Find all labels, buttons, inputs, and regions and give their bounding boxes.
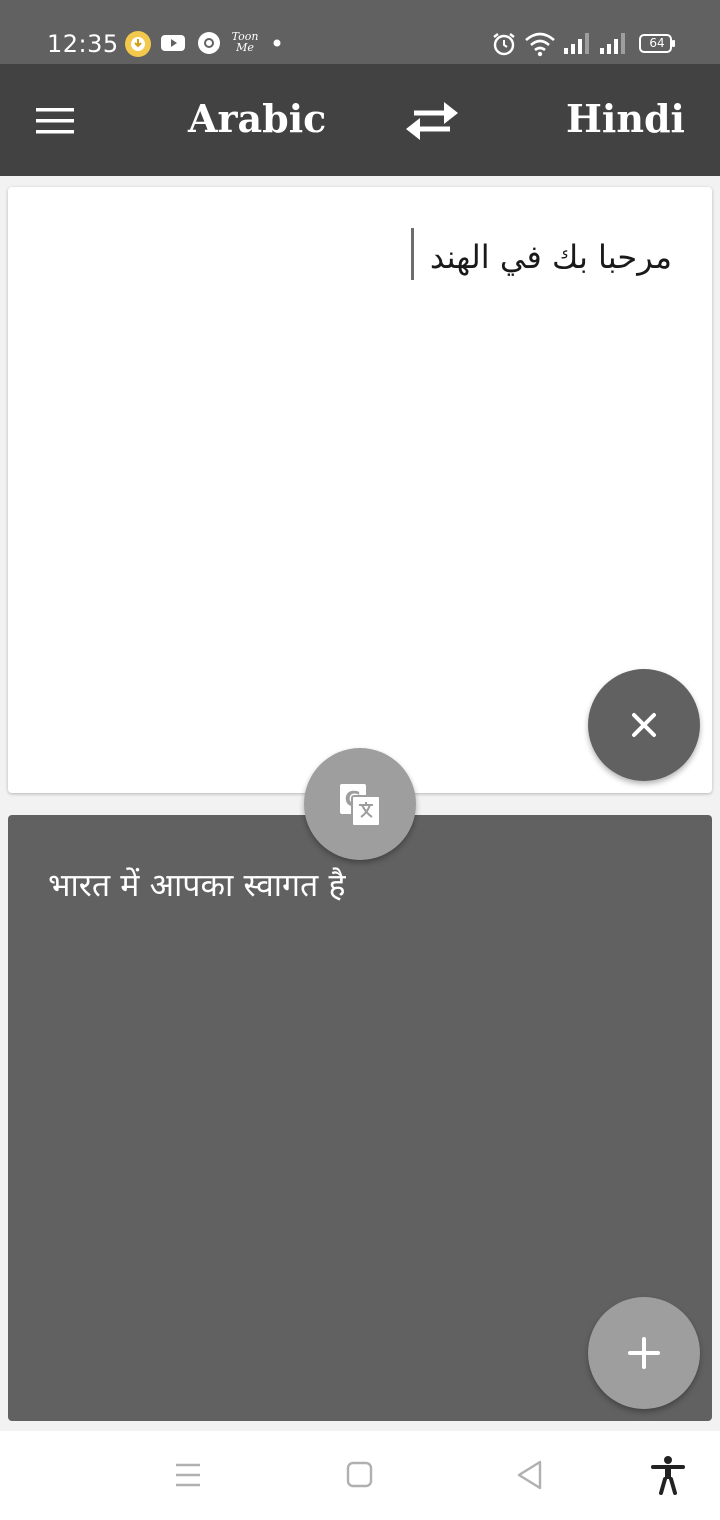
translate-icon: G <box>340 784 381 827</box>
status-bar: 12:35 Toon Me 64 <box>0 0 720 64</box>
clear-button[interactable] <box>588 669 700 781</box>
app-bar: Arabic Hindi <box>0 64 720 176</box>
text-caret <box>411 228 414 280</box>
wifi-icon <box>525 32 555 57</box>
youtube-icon <box>161 35 185 51</box>
download-badge-icon <box>125 31 151 57</box>
chrome-icon <box>198 32 220 54</box>
close-icon <box>632 713 656 737</box>
signal-icon <box>600 33 625 54</box>
system-nav-bar <box>0 1431 720 1520</box>
toonme-icon: Toon Me <box>231 30 259 54</box>
target-language-button[interactable]: Hindi <box>566 96 685 142</box>
accessibility-icon[interactable] <box>650 1455 686 1495</box>
dot-icon <box>273 39 281 47</box>
signal-icon <box>564 33 589 54</box>
status-time: 12:35 <box>47 30 119 58</box>
swap-icon[interactable] <box>402 98 462 144</box>
back-icon[interactable] <box>515 1459 545 1491</box>
source-text-input[interactable]: مرحبا بك في الهند <box>72 237 672 277</box>
battery-level: 64 <box>649 36 665 50</box>
menu-icon[interactable] <box>36 106 76 136</box>
translated-text: भारत में आपका स्वागत है <box>48 866 346 904</box>
recents-icon[interactable] <box>174 1459 202 1491</box>
translate-button[interactable]: G <box>304 748 416 860</box>
source-language-button[interactable]: Arabic <box>188 96 326 142</box>
home-icon[interactable] <box>345 1459 375 1491</box>
plus-icon <box>628 1337 660 1369</box>
alarm-icon <box>493 33 515 56</box>
add-button[interactable] <box>588 1297 700 1409</box>
